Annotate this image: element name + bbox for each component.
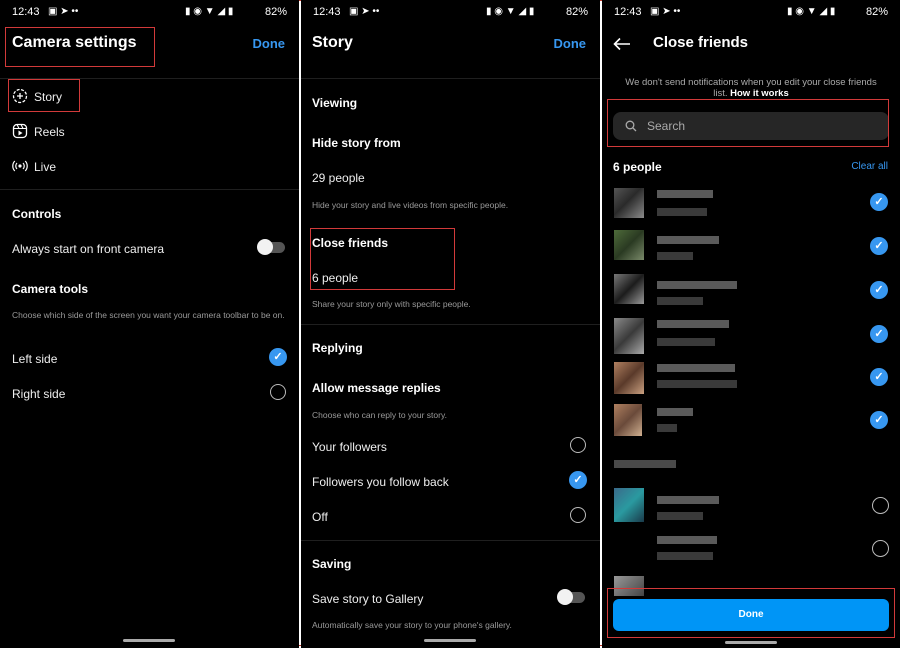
page-title: Close friends — [653, 34, 749, 51]
story-settings-screen: 12:43 ▣ ➤ •• ▮ ◉ ▼ ◢ ▮ 82% Story Done Vi… — [301, 0, 600, 648]
hide-story-count[interactable]: 29 people — [312, 171, 365, 185]
how-it-works-link[interactable]: How it works — [730, 88, 789, 99]
front-camera-label: Always start on front camera — [12, 242, 165, 256]
selected-checkmark[interactable]: ✓ — [870, 411, 888, 429]
status-bar: 12:43 ▣ ➤ •• ▮ ◉ ▼ ◢ ▮ 82% — [602, 0, 900, 24]
blurred-name — [657, 281, 737, 289]
back-arrow-icon[interactable] — [613, 37, 631, 51]
blurred-username — [657, 208, 707, 216]
status-time: 12:43 — [313, 6, 341, 18]
blurred-name — [657, 408, 693, 416]
section-header-controls: Controls — [12, 207, 62, 221]
option-off-label: Off — [312, 510, 328, 524]
battery-level: 82% — [565, 6, 588, 18]
people-count: 6 people — [613, 160, 662, 174]
highlight-box — [607, 588, 895, 638]
signal-icons: ▮ ◉ ▼ ◢ ▮ — [787, 6, 836, 17]
hide-story-description: Hide your story and live videos from spe… — [312, 200, 509, 210]
page-title: Story — [312, 34, 353, 51]
front-camera-toggle[interactable] — [257, 239, 285, 255]
home-indicator — [123, 639, 175, 642]
camera-settings-screen: 12:43 ▣ ➤ •• ▮ ◉ ▼ ◢ ▮ 82% Camera settin… — [0, 0, 299, 648]
blurred-username — [657, 380, 737, 388]
section-header-viewing: Viewing — [312, 96, 358, 110]
selected-checkmark[interactable]: ✓ — [870, 325, 888, 343]
clear-all-button[interactable]: Clear all — [851, 161, 888, 172]
highlight-box — [8, 79, 80, 112]
avatar — [614, 274, 644, 304]
notice-text: We don't send notifications when you edi… — [624, 77, 878, 99]
menu-item-label: Live — [34, 160, 57, 174]
unselected-radio[interactable] — [872, 497, 889, 514]
unselected-radio[interactable] — [872, 540, 889, 557]
blurred-username — [657, 338, 715, 346]
notification-icons: ▣ ➤ •• — [650, 6, 681, 17]
left-side-label: Left side — [12, 352, 58, 366]
notification-icons: ▣ ➤ •• — [349, 6, 380, 17]
allow-replies-label: Allow message replies — [312, 381, 441, 395]
home-indicator — [725, 641, 777, 644]
replies-description: Choose who can reply to your story. — [312, 410, 447, 420]
close-friends-screen: 12:43 ▣ ➤ •• ▮ ◉ ▼ ◢ ▮ 82% Close friends… — [602, 0, 900, 648]
selected-checkmark[interactable]: ✓ — [870, 193, 888, 211]
blurred-name — [657, 190, 713, 198]
highlight-box — [5, 27, 155, 67]
signal-icons: ▮ ◉ ▼ ◢ ▮ — [185, 6, 234, 17]
close-friends-description: Share your story only with specific peop… — [312, 299, 471, 309]
hide-story-from-label[interactable]: Hide story from — [312, 136, 401, 150]
section-header-saving: Saving — [312, 557, 352, 571]
done-button[interactable]: Done — [253, 36, 286, 51]
blurred-name — [657, 364, 735, 372]
option-follow-back-selected-checkmark[interactable]: ✓ — [569, 471, 587, 489]
avatar — [614, 404, 642, 436]
avatar — [614, 230, 644, 260]
done-button[interactable]: Done — [554, 36, 587, 51]
menu-item-label: Reels — [34, 125, 65, 139]
status-bar: 12:43 ▣ ➤ •• ▮ ◉ ▼ ◢ ▮ 82% — [301, 0, 600, 24]
save-gallery-description: Automatically save your story to your ph… — [312, 620, 512, 630]
blurred-username — [657, 512, 703, 520]
camera-tools-description: Choose which side of the screen you want… — [12, 310, 285, 320]
avatar — [614, 318, 644, 354]
section-header-replying: Replying — [312, 341, 363, 355]
status-bar: 12:43 ▣ ➤ •• ▮ ◉ ▼ ◢ ▮ 82% — [0, 0, 299, 24]
signal-icons: ▮ ◉ ▼ ◢ ▮ — [486, 6, 535, 17]
left-side-selected-checkmark[interactable]: ✓ — [269, 348, 287, 366]
battery-level: 82% — [865, 6, 888, 18]
status-time: 12:43 — [12, 6, 40, 18]
selected-checkmark[interactable]: ✓ — [870, 368, 888, 386]
reels-icon — [12, 123, 28, 139]
option-off-radio[interactable] — [570, 507, 586, 523]
highlight-box — [607, 99, 889, 147]
home-indicator — [424, 639, 476, 642]
blurred-name — [657, 496, 719, 504]
live-icon — [12, 160, 28, 172]
save-gallery-toggle[interactable] — [557, 589, 585, 605]
section-header-camera-tools: Camera tools — [12, 282, 89, 296]
blurred-section-label — [614, 460, 676, 468]
avatar — [614, 488, 644, 522]
notification-icons: ▣ ➤ •• — [48, 6, 79, 17]
blurred-username — [657, 424, 677, 432]
battery-level: 82% — [264, 6, 287, 18]
avatar — [614, 362, 644, 394]
selected-checkmark[interactable]: ✓ — [870, 281, 888, 299]
blurred-name — [657, 236, 719, 244]
blurred-name — [657, 320, 729, 328]
selected-checkmark[interactable]: ✓ — [870, 237, 888, 255]
save-gallery-label: Save story to Gallery — [312, 592, 424, 606]
blurred-username — [657, 252, 693, 260]
blurred-username — [657, 297, 703, 305]
right-side-radio[interactable] — [270, 384, 286, 400]
right-side-label: Right side — [12, 387, 66, 401]
option-follow-back-label: Followers you follow back — [312, 475, 449, 489]
avatar — [614, 188, 644, 218]
option-your-followers-radio[interactable] — [570, 437, 586, 453]
highlight-box — [310, 228, 455, 290]
status-time: 12:43 — [614, 6, 642, 18]
blurred-name — [657, 536, 717, 544]
option-your-followers-label: Your followers — [312, 440, 387, 454]
blurred-username — [657, 552, 713, 560]
